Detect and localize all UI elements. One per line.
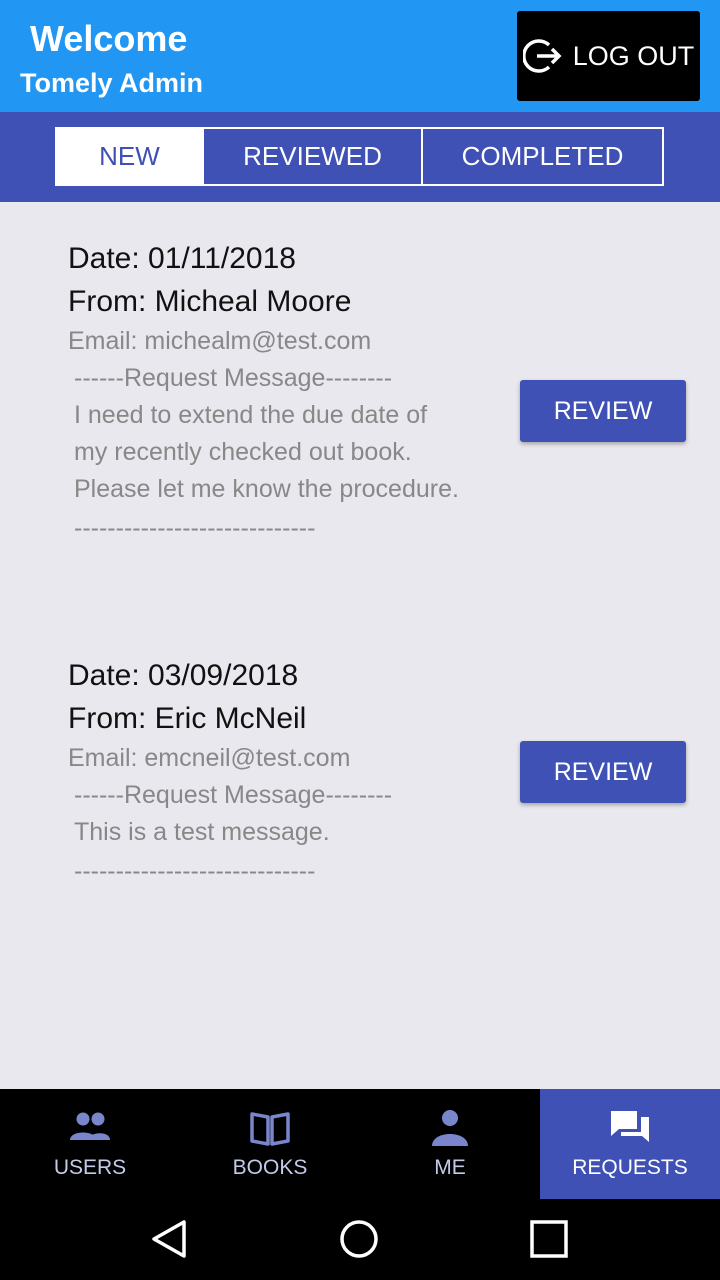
user-role-label: Tomely Admin [20,68,204,98]
recents-icon[interactable] [527,1217,571,1261]
book-icon [250,1112,290,1146]
back-icon[interactable] [148,1217,192,1261]
welcome-title: Welcome [30,18,188,59]
request-date: Date: 03/09/2018 [68,659,299,692]
app-header: Welcome Tomely Admin LOG OUT [0,0,720,112]
nav-me[interactable]: ME [360,1089,540,1199]
person-icon [432,1110,468,1146]
request-message: I need to extend the due date of my rece… [74,401,459,503]
nav-users[interactable]: USERS [0,1089,180,1199]
tab-new[interactable]: NEW [57,129,202,184]
review-button[interactable]: REVIEW [520,741,686,803]
bottom-navigation: USERS BOOKS ME REQUESTS [0,1089,720,1199]
nav-requests[interactable]: REQUESTS [540,1089,720,1199]
request-message-footer: ----------------------------- [74,857,316,885]
request-date: Date: 01/11/2018 [68,242,296,275]
request-email: Email: michealm@test.com [68,327,372,355]
review-button[interactable]: REVIEW [520,380,686,442]
request-message: This is a test message. [74,818,330,846]
logout-button[interactable]: LOG OUT [517,11,700,101]
system-nav-bar [0,1199,720,1280]
nav-books[interactable]: BOOKS [180,1089,360,1199]
logout-icon [522,39,562,73]
users-icon [70,1112,110,1140]
nav-users-label: USERS [53,1156,127,1179]
request-status-tabs: NEW REVIEWED COMPLETED [55,127,664,186]
request-message-footer: ----------------------------- [74,514,316,542]
nav-me-label: ME [434,1156,466,1179]
tab-reviewed[interactable]: REVIEWED [202,129,421,184]
nav-books-label: BOOKS [232,1156,308,1179]
request-from: From: Eric McNeil [68,702,307,735]
request-from: From: Micheal Moore [68,285,352,318]
nav-requests-label: REQUESTS [572,1156,688,1179]
logout-label: LOG OUT [572,40,695,71]
tab-bar: NEW REVIEWED COMPLETED [0,112,720,202]
home-icon[interactable] [337,1217,381,1261]
chat-icon [611,1111,649,1142]
tab-completed[interactable]: COMPLETED [421,129,662,184]
